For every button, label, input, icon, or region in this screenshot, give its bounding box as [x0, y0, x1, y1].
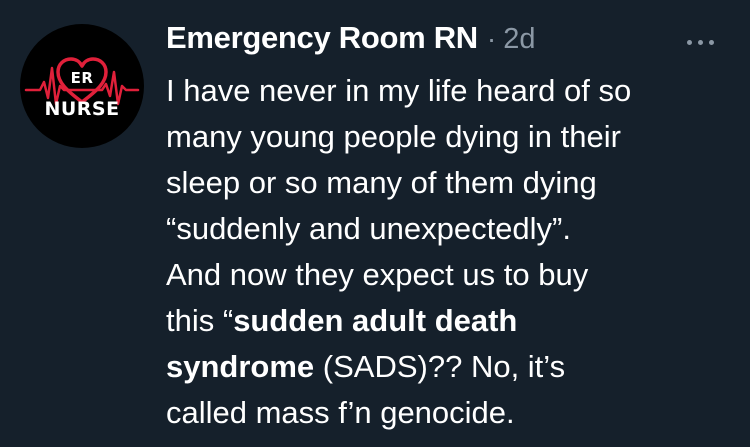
- tweet-text-line: And now they expect us to buy: [166, 252, 736, 298]
- tweet-text-segment: this “: [166, 303, 234, 338]
- avatar-text-er: ER: [70, 69, 94, 87]
- tweet-text-line: this “sudden adult death: [166, 298, 736, 344]
- more-options-button[interactable]: [676, 30, 724, 54]
- more-horizontal-icon-dot: [697, 39, 703, 45]
- timestamp[interactable]: 2d: [503, 23, 535, 56]
- tweet-text-line: sleep or so many of them dying: [166, 160, 736, 206]
- more-horizontal-icon: [686, 39, 692, 45]
- tweet-text-bold: syndrome: [166, 349, 315, 384]
- tweet-text-line: called mass f’n genocide.: [166, 390, 736, 436]
- tweet-text-segment: many young people dying in their: [166, 119, 621, 154]
- tweet-text-line: many young people dying in their: [166, 114, 736, 160]
- tweet-text-segment: I have never in my life heard of so: [166, 73, 632, 108]
- tweet-text-segment: And now they expect us to buy: [166, 257, 589, 292]
- tweet-header: Emergency Room RN · 2d: [166, 20, 535, 62]
- tweet-text: I have never in my life heard of so many …: [166, 68, 736, 436]
- tweet-text-segment: called mass f’n genocide.: [166, 395, 515, 430]
- tweet-card[interactable]: ER NURSE Emergency Room RN · 2d I have n…: [0, 0, 750, 447]
- tweet-text-bold: sudden adult death: [233, 303, 518, 338]
- display-name[interactable]: Emergency Room RN: [166, 20, 478, 56]
- avatar[interactable]: ER NURSE: [20, 24, 144, 148]
- tweet-text-line: syndrome (SADS)?? No, it’s: [166, 344, 736, 390]
- tweet-text-segment: “suddenly and unexpectedly”.: [166, 211, 571, 246]
- tweet-text-line: I have never in my life heard of so: [166, 68, 736, 114]
- tweet-text-line: “suddenly and unexpectedly”.: [166, 206, 736, 252]
- more-horizontal-icon-dot: [708, 39, 714, 45]
- separator-dot: ·: [486, 23, 497, 54]
- tweet-text-segment: sleep or so many of them dying: [166, 165, 597, 200]
- avatar-text-nurse: NURSE: [44, 98, 120, 120]
- tweet-text-segment: (SADS)?? No, it’s: [314, 349, 566, 384]
